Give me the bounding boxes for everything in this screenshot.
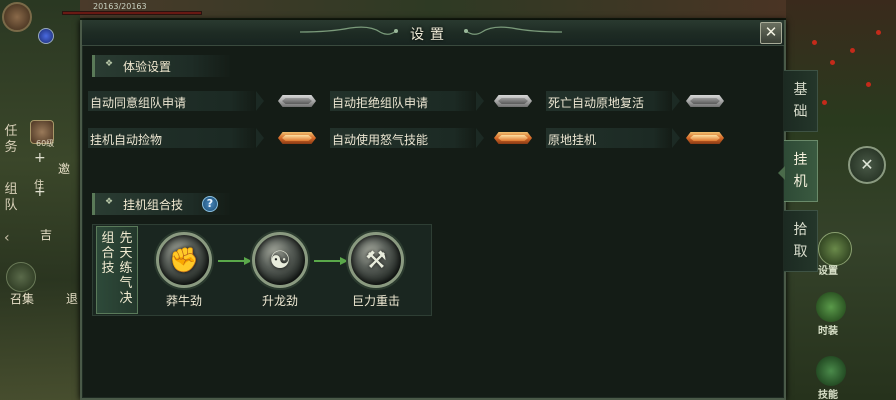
summon-icon[interactable] [6,262,36,292]
toggle-auto-rage-skill[interactable] [494,132,532,144]
tab-task-label: 任务 [4,124,18,155]
diamond-icon: ❖ [105,197,114,207]
left-menu-lucky[interactable]: 吉 [40,226,52,243]
toggle-knob [690,135,720,141]
option-row: 挂机自动捡物 [88,128,264,148]
option-label: 挂机自动捡物 [90,133,163,147]
berry-decoration [850,48,855,53]
background-top-scene [80,0,786,18]
option-row: 原地挂机 [546,128,680,148]
toggle-auto-accept-team[interactable] [278,95,316,107]
toggle-knob [498,98,528,104]
title-ornament-right [464,26,562,35]
hammer-glyph: ⚒ [365,246,387,274]
toggle-knob [690,98,720,104]
berry-decoration [830,60,835,65]
arrow-right-icon [314,257,348,265]
skill-name: 升龙劲 [261,294,298,308]
option-label: 死亡自动原地复活 [548,96,645,110]
skill-slot-2[interactable]: ☯ 升龙劲 [250,232,310,309]
skill-label[interactable]: 技能 [818,386,838,400]
combo-tab-name: 先天练气决 [118,231,134,306]
tab-basic[interactable]: 基础 [784,70,818,132]
section-experience: ❖ 体验设置 [92,55,232,77]
fashion-icon[interactable] [816,292,846,322]
toggle-auto-revive[interactable] [686,95,724,107]
settings-gear-icon[interactable] [818,232,852,266]
option-row: 自动拒绝组队申请 [330,91,484,111]
dragon-icon: ☯ [252,232,308,288]
combo-tab-name-text: 先天练气决 [119,231,133,306]
fashion-label[interactable]: 时装 [818,322,838,337]
collapse-menu-icon[interactable]: ✕ [848,146,886,184]
toggle-knob [498,135,528,141]
tab-task[interactable]: 任务 [0,124,22,156]
hp-bar [62,11,202,15]
section-combo-title: 挂机组合技 [123,198,184,212]
toggle-knob [282,98,312,104]
option-row: 死亡自动原地复活 [546,91,680,111]
tab-team[interactable]: 组队 [0,182,22,214]
tab-team-label: 组队 [4,182,18,213]
diamond-icon: ❖ [105,59,114,69]
fist-glyph: ✊ [169,246,199,274]
toggle-auto-pickup[interactable] [278,132,316,144]
option-row: 自动同意组队申请 [88,91,264,111]
skill-name: 巨力重击 [351,294,400,308]
game-screen: { "hud": { "hp_text": "20163/20163", "le… [0,0,896,400]
skill-slot-1[interactable]: ✊ 莽牛劲 [154,232,214,309]
skill-slot-3[interactable]: ⚒ 巨力重击 [346,232,406,309]
title-ornament-left [300,26,398,35]
hp-text: 20163/20163 [93,2,147,11]
berry-decoration [822,100,827,105]
help-icon[interactable]: ? [202,196,218,212]
skill-name: 莽牛劲 [165,294,202,308]
option-label: 自动同意组队申请 [90,96,187,110]
dragon-glyph: ☯ [269,246,291,274]
close-button[interactable]: ✕ [760,22,782,44]
player-avatar[interactable] [2,2,32,32]
summon-label[interactable]: 召集 [10,290,34,307]
skill-book-icon[interactable] [816,356,846,386]
gem-icon[interactable] [38,28,54,44]
berry-decoration [812,40,817,45]
tab-afk[interactable]: 挂机 [784,140,818,202]
option-label: 原地挂机 [548,133,597,147]
section-experience-title: 体验设置 [123,60,172,74]
arrow-right-icon [218,257,252,265]
left-menu-stay[interactable]: 住 [34,176,44,191]
hammer-icon: ⚒ [348,232,404,288]
option-label: 自动拒绝组队申请 [332,96,429,110]
berry-decoration [876,30,881,35]
tab-afk-label: 挂机 [793,152,808,190]
active-tab-indicator [778,166,785,180]
berry-decoration [866,82,871,87]
player-level: 60级 [36,139,55,148]
tab-basic-label: 基础 [793,82,808,120]
option-row: 自动使用怒气技能 [330,128,484,148]
option-label: 自动使用怒气技能 [332,133,429,147]
toggle-stay-in-place[interactable] [686,132,724,144]
left-menu-invite[interactable]: 邀 [58,160,70,177]
panel-title: 设置 [410,27,450,43]
help-glyph: ? [206,197,214,210]
tab-pickup[interactable]: 拾取 [784,210,818,272]
tab-pickup-label: 拾取 [793,222,808,260]
combo-tab-label-text: 组合技 [101,231,115,276]
combo-tab-label: 组合技 [100,231,116,276]
toggle-auto-reject-team[interactable] [494,95,532,107]
fist-icon: ✊ [156,232,212,288]
toggle-knob [282,135,312,141]
settings-label[interactable]: 设置 [818,262,838,277]
add-icon[interactable]: + [34,150,46,166]
close-icon: ✕ [764,23,778,41]
chevron-left-icon[interactable]: ‹ [4,230,10,246]
exit-label[interactable]: 退 [66,290,78,307]
combo-type-tab[interactable]: 组合技 先天练气决 [96,226,138,314]
